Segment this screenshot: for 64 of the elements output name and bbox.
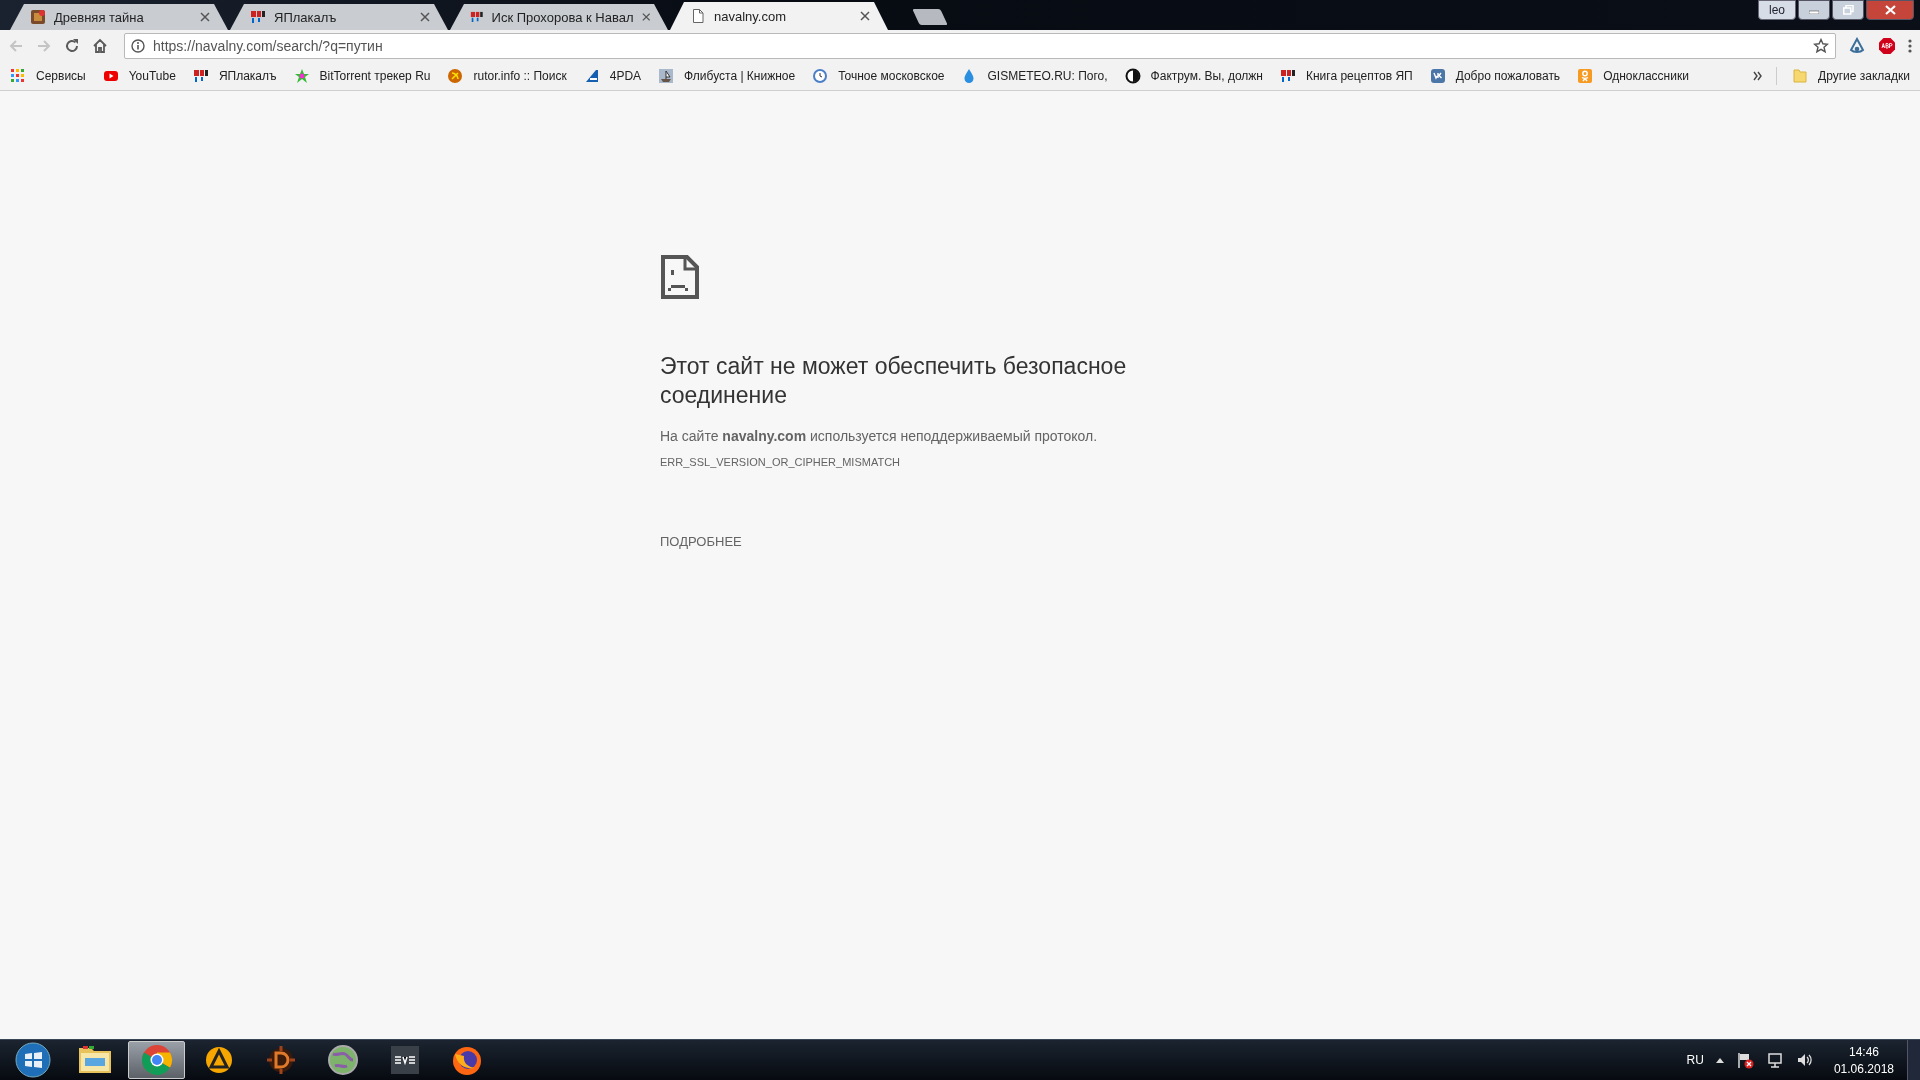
browser-tab[interactable]: Иск Прохорова к Навал: [450, 4, 668, 30]
yaplakal-logo-icon: [192, 67, 209, 84]
clock-date[interactable]: 01.06.2018: [1833, 1061, 1894, 1076]
bookmark-link[interactable]: Сервисы: [8, 65, 88, 86]
close-icon: [1884, 5, 1896, 15]
ok-logo-icon: [1577, 67, 1594, 84]
game-icon: [30, 9, 46, 25]
profile-button[interactable]: leo: [1758, 0, 1796, 20]
language-indicator[interactable]: RU: [1686, 1053, 1704, 1067]
close-icon[interactable]: [641, 12, 650, 22]
restore-icon: [1842, 5, 1854, 15]
apps-grid-icon: [10, 67, 26, 84]
error-code: ERR_SSL_VERSION_OR_CIPHER_MISMATCH: [660, 456, 901, 468]
clock-icon: [812, 67, 829, 84]
pda-logo-icon: [583, 67, 600, 84]
bookmark-link[interactable]: ЯПлакалъ: [190, 65, 279, 86]
browser-tab[interactable]: navalny.com: [670, 2, 888, 30]
info-icon[interactable]: [131, 38, 145, 53]
bookmark-link[interactable]: Фактрум. Вы, должн: [1122, 65, 1265, 86]
up-arrow-icon[interactable]: [1715, 1057, 1724, 1063]
bookmark-link[interactable]: YouTube: [100, 65, 178, 86]
sad-page-icon: [660, 254, 700, 300]
details-button[interactable]: ПОДРОБНЕЕ: [660, 534, 742, 549]
address-bar[interactable]: https://navalny.com/search/?q=путин: [124, 32, 1836, 59]
flag-icon[interactable]: [1735, 1051, 1754, 1069]
yaplakal-logo-icon: [470, 9, 484, 25]
error-heading: Этот сайт не может обеспечить безопасное соединение: [660, 352, 1128, 410]
browser-tab[interactable]: ЯПлакалъ: [230, 4, 448, 30]
bookmark-link[interactable]: 4PDA: [581, 65, 644, 86]
yaplakal-logo-icon: [250, 9, 266, 25]
star-icon: [293, 67, 310, 84]
new-tab-button[interactable]: [912, 9, 948, 25]
home-icon[interactable]: [92, 37, 108, 54]
clock-time[interactable]: 14:46: [1848, 1044, 1879, 1059]
page-icon: [690, 8, 706, 24]
reload-icon[interactable]: [64, 37, 80, 54]
bookmark-folder[interactable]: Другие закладки: [1790, 65, 1912, 86]
error-message: На сайте navalny.com используется неподдерживаемый протокол.: [660, 428, 1099, 444]
vk-logo-icon: [1429, 67, 1446, 84]
bookmark-link[interactable]: Одноклассники: [1575, 65, 1691, 86]
restore-button[interactable]: [1832, 0, 1864, 20]
adblock-stop-icon[interactable]: [1878, 36, 1896, 55]
chevron-icon[interactable]: [1753, 70, 1764, 81]
folder-icon: [1792, 67, 1809, 84]
bookmark-link[interactable]: GISMETEO.RU: Пого,: [959, 65, 1110, 86]
bookmark-link[interactable]: Добро пожаловать: [1427, 65, 1563, 86]
bookmark-link[interactable]: Книга рецептов ЯП: [1277, 65, 1415, 86]
browser-tab[interactable]: Древняя тайна: [10, 4, 228, 30]
close-icon[interactable]: [200, 12, 210, 22]
menu-icon[interactable]: [1908, 37, 1912, 54]
close-window-button[interactable]: [1866, 0, 1914, 20]
bookmark-link[interactable]: BitTorrent трекер Ru: [291, 65, 433, 86]
half-circle-icon: [1124, 67, 1141, 84]
ship-icon: [658, 67, 675, 84]
bookmark-link[interactable]: rutor.info :: Поиск: [445, 65, 569, 86]
close-icon[interactable]: [420, 12, 430, 22]
bookmark-link[interactable]: Точное московское: [810, 65, 947, 86]
star-icon[interactable]: [1813, 37, 1829, 54]
bookmark-link[interactable]: Флибуста | Книжное: [656, 65, 798, 86]
yaplakal-logo-icon: [1279, 67, 1296, 84]
windows-logo-icon: [14, 1042, 51, 1078]
close-icon[interactable]: [860, 11, 870, 21]
network-icon[interactable]: [1765, 1051, 1784, 1069]
minimize-button[interactable]: [1798, 0, 1830, 20]
